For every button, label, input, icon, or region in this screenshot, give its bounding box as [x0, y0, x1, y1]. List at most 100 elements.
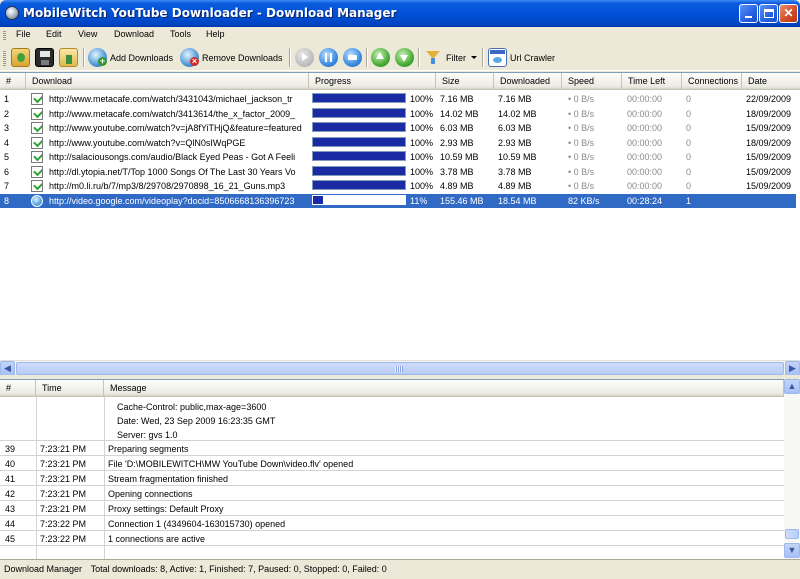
log-row[interactable]: 40 7:23:21 PM File 'D:\MOBILEWITCH\MW YouT…	[0, 456, 784, 471]
column-header-progress[interactable]: Progress	[309, 73, 436, 90]
app-icon[interactable]	[5, 6, 19, 20]
scroll-down-button[interactable]: ▼	[784, 543, 800, 558]
start-button[interactable]	[295, 47, 314, 68]
connections-cell: 0	[686, 108, 692, 119]
column-header-date[interactable]: Date	[742, 73, 800, 90]
title-bar[interactable]: MobileWitch YouTube Downloader - Downloa…	[0, 0, 800, 27]
minimize-button[interactable]	[739, 4, 758, 23]
progress-fill	[313, 94, 405, 102]
downloaded-cell: 3.78 MB	[498, 166, 532, 177]
url-crawler-label: Url Crawler	[510, 52, 555, 63]
scroll-right-button[interactable]: ▶	[785, 361, 800, 376]
progress-bar	[312, 194, 406, 205]
progress-bar	[312, 136, 406, 147]
stop-button[interactable]	[343, 47, 362, 68]
column-header-connections[interactable]: Connections	[682, 73, 742, 90]
toolbar-separator	[366, 48, 368, 67]
download-row[interactable]: 1 http://www.metacafe.com/watch/3431043/m…	[0, 92, 796, 106]
log-row[interactable]: 42 7:23:21 PM Opening connections	[0, 486, 784, 501]
filter-dropdown[interactable]: Filter	[424, 47, 477, 68]
menu-download[interactable]: Download	[114, 29, 154, 39]
chevron-right-icon: ▶	[789, 363, 796, 373]
download-url: http://m0.li.ru/b/7/mp3/8/29708/2970898_…	[49, 181, 286, 191]
column-header-speed[interactable]: Speed	[562, 73, 622, 90]
close-button[interactable]: ✕	[779, 4, 798, 23]
log-row[interactable]: 39 7:23:21 PM Preparing segments	[0, 441, 784, 456]
log-time: 7:23:22 PM	[40, 519, 87, 529]
download-row[interactable]: 8 http://video.google.com/videoplay?docid…	[0, 193, 796, 208]
scroll-up-button[interactable]: ▲	[784, 379, 800, 394]
remove-globe-icon: ×	[180, 48, 199, 67]
row-number: 7	[4, 181, 10, 191]
menu-tools[interactable]: Tools	[170, 29, 191, 39]
file-complete-icon	[31, 165, 43, 178]
downloaded-cell: 4.89 MB	[498, 181, 532, 191]
chevron-up-icon: ▲	[787, 381, 797, 391]
log-row[interactable]: 44 7:23:22 PM Connection 1 (4349604-163015…	[0, 516, 784, 531]
remove-downloads-button[interactable]: × Remove Downloads	[180, 47, 283, 68]
log-row[interactable]: 41 7:23:21 PM Stream fragmentation finishe…	[0, 471, 784, 486]
maximize-button[interactable]	[759, 4, 778, 23]
open-folder-icon	[11, 48, 30, 67]
time-left-cell: 00:00:00	[627, 152, 663, 162]
size-cell: 4.89 MB	[440, 181, 474, 191]
download-row[interactable]: 4 http://www.youtube.com/watch?v=QlN0sIWq…	[0, 136, 796, 150]
menu-file[interactable]: File	[16, 29, 31, 39]
log-time: 7:23:21 PM	[40, 474, 87, 484]
speed-cell: • 0 B/s	[568, 152, 595, 162]
toolbar-grip	[3, 50, 6, 66]
progress-bar	[312, 151, 406, 161]
url-crawler-button[interactable]: Url Crawler	[488, 47, 555, 68]
move-up-button[interactable]	[371, 47, 390, 68]
log-table[interactable]: # Time Message Cache-Control: public,max…	[0, 379, 800, 559]
scroll-left-button[interactable]: ◀	[0, 361, 15, 376]
download-row[interactable]: 6 http://dl.ytopia.net/T/Top 1000 Songs O…	[0, 165, 796, 179]
date-cell: 15/09/2009	[746, 123, 792, 133]
horizontal-scrollbar[interactable]: ◀ ▶	[0, 360, 800, 376]
download-row[interactable]: 7 http://m0.li.ru/b/7/mp3/8/29708/2970898…	[0, 179, 796, 193]
menu-edit[interactable]: Edit	[46, 29, 62, 39]
downloads-table[interactable]: # Download Progress Size Downloaded Spee…	[0, 72, 800, 360]
download-row[interactable]: 3 http://www.youtube.com/watch?v=jA8fYiTH…	[0, 121, 796, 135]
download-url: http://video.google.com/videoplay?docid=…	[49, 195, 295, 206]
download-row[interactable]: 2 http://www.metacafe.com/watch/3413614/t…	[0, 107, 796, 121]
download-row[interactable]: 5 http://salaciousongs.com/audio/Black Ey…	[0, 150, 796, 164]
log-row[interactable]: 43 7:23:21 PM Proxy settings: Default Prox…	[0, 501, 784, 516]
column-header-downloaded[interactable]: Downloaded	[494, 73, 562, 90]
toolbar-separator	[418, 48, 420, 67]
add-downloads-button[interactable]: + Add Downloads	[88, 47, 173, 68]
size-cell: 155.46 MB	[440, 195, 484, 206]
column-header-number[interactable]: #	[0, 73, 26, 90]
column-header-size[interactable]: Size	[436, 73, 494, 90]
connections-cell: 0	[686, 137, 692, 148]
row-number: 5	[4, 152, 10, 162]
chevron-left-icon: ◀	[4, 363, 11, 373]
speed-cell: • 0 B/s	[568, 108, 595, 119]
pause-button[interactable]	[319, 47, 338, 68]
save-disk-icon	[35, 48, 54, 67]
date-cell: 18/09/2009	[746, 137, 792, 148]
size-cell: 6.03 MB	[440, 123, 474, 133]
open-button[interactable]	[11, 47, 30, 68]
log-number: 45	[5, 534, 16, 544]
move-down-button[interactable]	[395, 47, 414, 68]
log-header-message[interactable]: Message	[104, 380, 784, 397]
column-header-time-left[interactable]: Time Left	[622, 73, 682, 90]
horizontal-scroll-thumb[interactable]	[16, 362, 784, 375]
menu-help[interactable]: Help	[206, 29, 225, 39]
menu-view[interactable]: View	[78, 29, 97, 39]
log-row[interactable]: 45 7:23:22 PM 1 connections are active	[0, 531, 784, 546]
download-file-button[interactable]	[59, 47, 78, 68]
status-label: Download Manager	[4, 564, 83, 574]
status-bar: Download Manager Total downloads: 8, Act…	[0, 559, 800, 579]
log-message: Connection 1 (4349604-163015730) opened	[108, 519, 286, 529]
log-header-number[interactable]: #	[0, 380, 36, 397]
progress-percent: 100%	[410, 94, 434, 104]
log-header-time[interactable]: Time	[36, 380, 104, 397]
progress-fill	[313, 123, 405, 131]
column-header-download[interactable]: Download	[26, 73, 309, 90]
time-left-cell: 00:00:00	[627, 94, 663, 104]
log-vertical-scrollbar[interactable]: ▲ ▼	[784, 379, 800, 559]
save-button[interactable]	[35, 47, 54, 68]
vertical-scroll-thumb[interactable]	[785, 529, 799, 539]
